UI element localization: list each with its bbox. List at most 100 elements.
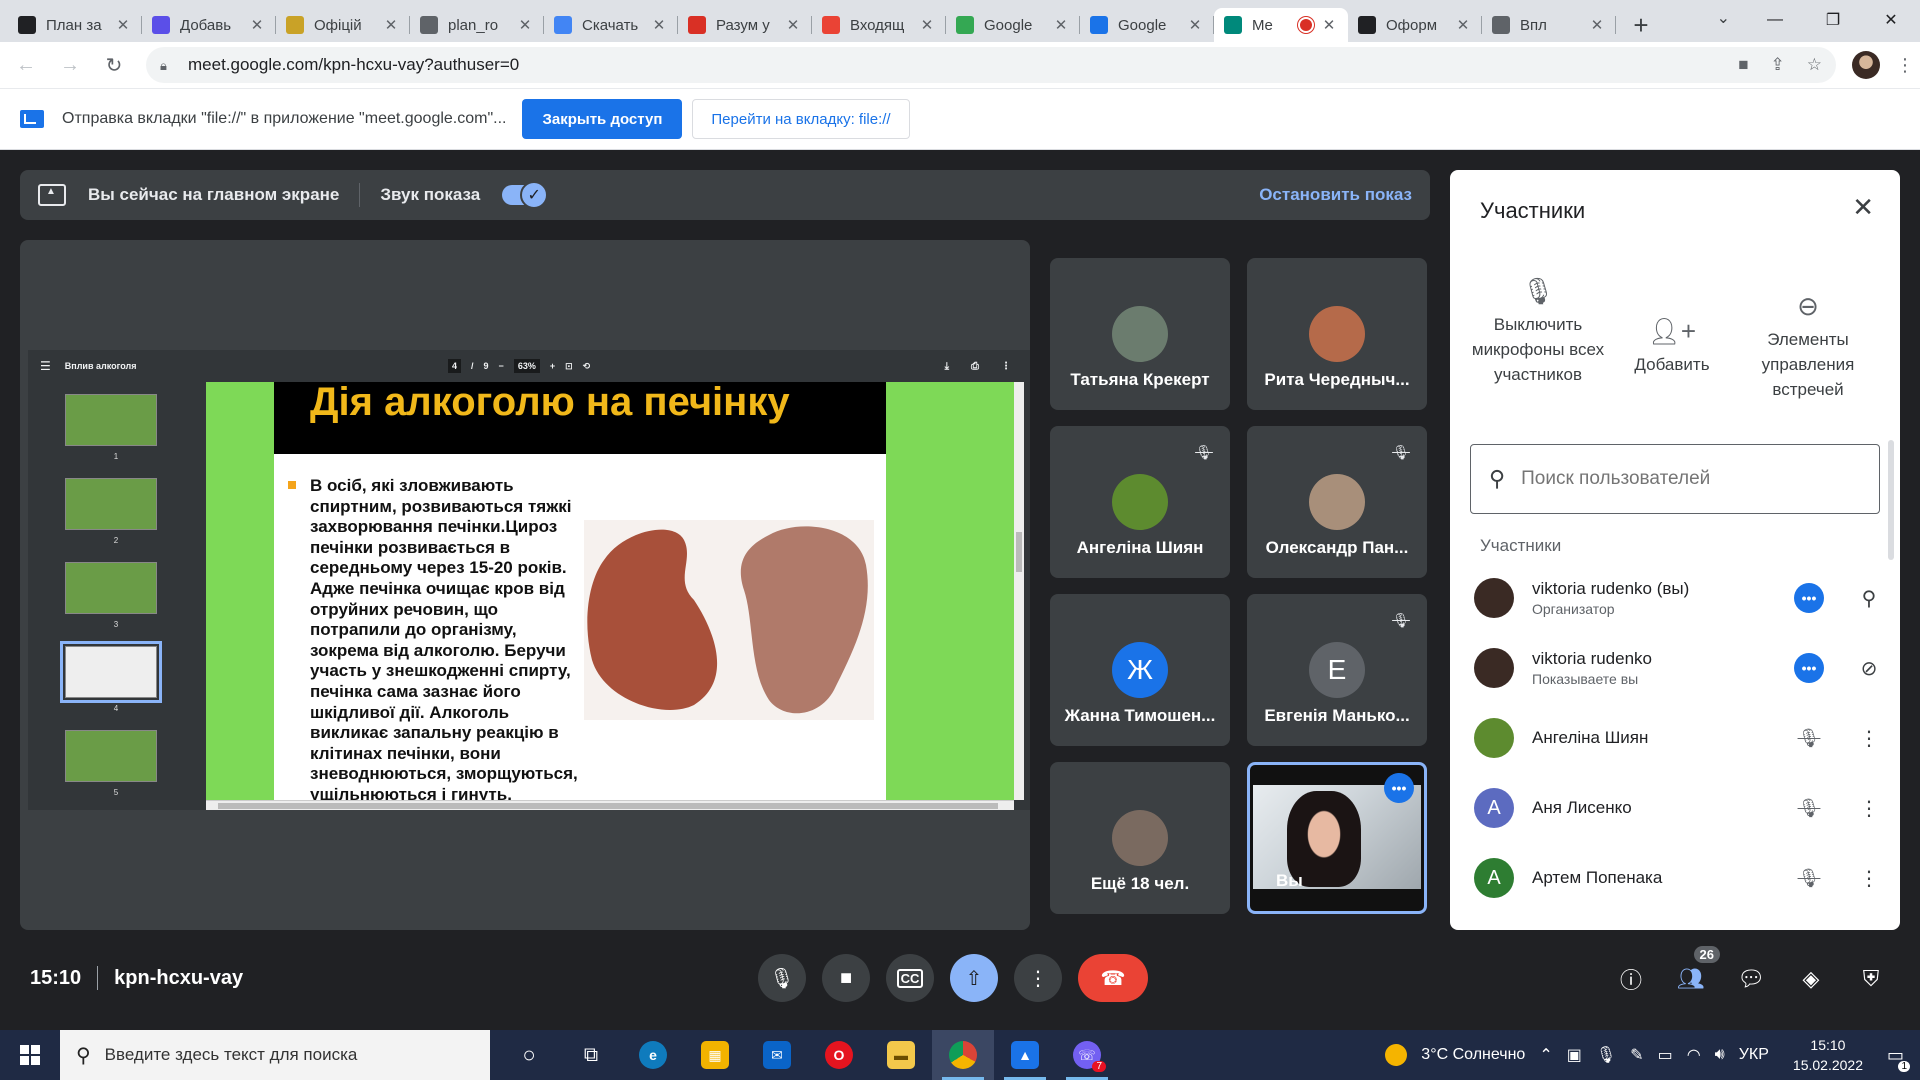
taskbar-opera[interactable]: O [808,1030,870,1080]
browser-tab[interactable]: Скачать ✕ [544,8,678,42]
browser-tab[interactable]: plan_ro ✕ [410,8,544,42]
more-vert-icon[interactable]: ⋮ [1854,726,1884,751]
panel-action-mic-off[interactable]: 🎙︎ Выключить микрофоны всех участников [1468,270,1608,387]
participant-tile[interactable]: Ж Жанна Тимошен... [1050,594,1230,746]
browser-tab[interactable]: Оформ ✕ [1348,8,1482,42]
participant-row[interactable]: А Аня Лисенко 🎙︎ ⋮ [1474,778,1884,838]
pdf-horizontal-scrollbar[interactable] [206,800,1014,810]
leave-call-button[interactable]: ☎︎ [1078,954,1148,1002]
taskbar-store[interactable]: ▦ [684,1030,746,1080]
panel-action-person-add[interactable]: 👤︎+ Добавить [1602,310,1742,377]
participant-tile[interactable]: 🎙︎ Олександр Пан... [1247,426,1427,578]
close-tab-icon[interactable]: ✕ [918,16,936,34]
lock-icon[interactable]: 🔒︎ [160,58,174,73]
pdf-more-icon[interactable]: ⋮ [1001,361,1011,372]
pdf-vertical-scrollbar[interactable] [1014,382,1024,800]
browser-menu-icon[interactable]: ⋮ [1896,55,1914,76]
close-tab-icon[interactable]: ✕ [650,16,668,34]
start-button[interactable] [0,1030,60,1080]
close-tab-icon[interactable]: ✕ [1588,16,1606,34]
download-icon[interactable]: ⤓ [945,361,949,372]
self-video-tile[interactable]: ••• Вы [1247,762,1427,914]
close-icon[interactable]: ✕ [1852,192,1874,223]
participant-row[interactable]: А Артем Попенака 🎙︎ ⋮ [1474,848,1884,908]
browser-tab[interactable]: Впл ✕ [1482,8,1616,42]
mic-off-icon[interactable]: 🎙︎ [1794,728,1824,749]
more-horiz-icon[interactable]: ••• [1794,653,1824,683]
weather-text[interactable]: 3°C Солнечно [1421,1046,1525,1064]
profile-avatar[interactable] [1852,51,1880,79]
browser-tab[interactable]: Офіцій ✕ [276,8,410,42]
wifi-icon[interactable]: ◠ [1687,1045,1701,1065]
browser-tab[interactable]: Добавь ✕ [142,8,276,42]
taskbar-clock[interactable]: 15:10 15.02.2022 [1793,1035,1863,1075]
participant-row[interactable]: Ангеліна Шиян 🎙︎ ⋮ [1474,708,1884,768]
chat-button[interactable]: 💬︎ [1732,960,1770,998]
bookmark-star-icon[interactable]: ☆ [1807,55,1822,75]
zoom-out-icon[interactable]: − [499,361,504,371]
minimize-icon[interactable]: — [1746,0,1804,40]
stop-presenting-button[interactable]: Остановить показ [1259,185,1412,205]
battery-icon[interactable]: ▭ [1658,1045,1673,1065]
close-tab-icon[interactable]: ✕ [1454,16,1472,34]
taskbar-mail[interactable]: ✉ [746,1030,808,1080]
participant-tile[interactable]: Е 🎙︎ Евгенія Манько... [1247,594,1427,746]
language-indicator[interactable]: УКР [1739,1046,1769,1064]
volume-icon[interactable]: 🔊︎ [1715,1046,1725,1064]
browser-tab[interactable]: Google ✕ [946,8,1080,42]
more-vert-icon[interactable]: ⋮ [1854,866,1884,891]
people-button[interactable]: 👥︎ 26 [1672,946,1720,998]
switch-to-tab-button[interactable]: Перейти на вкладку: file:// [692,99,910,139]
close-tab-icon[interactable]: ✕ [1052,16,1070,34]
rotate-icon[interactable]: ⟲ [583,361,591,372]
share-audio-toggle[interactable]: ✓ [502,181,549,209]
pdf-page-input[interactable]: 4 [448,359,462,373]
close-tab-icon[interactable]: ✕ [114,16,132,34]
present-button[interactable]: ⇧ [950,954,998,1002]
close-tab-icon[interactable]: ✕ [1186,16,1204,34]
taskbar-viber[interactable]: ☏ 7 [1056,1030,1118,1080]
taskbar-explorer[interactable]: ▬ [870,1030,932,1080]
participant-tile[interactable]: Ещё 18 чел. [1050,762,1230,914]
browser-tab[interactable]: Me ✕ [1214,8,1348,42]
participant-row[interactable]: viktoria rudenko (вы) Организатор ••• ⚲ [1474,568,1884,628]
participant-search[interactable]: ⚲ [1470,444,1880,514]
pdf-thumbnail[interactable] [65,562,157,614]
camera-in-use-icon[interactable]: ■ [1738,55,1748,75]
share-icon[interactable]: ⇪ [1771,55,1785,75]
host-controls-button[interactable]: ⛨ [1852,960,1890,998]
browser-tab[interactable]: Разум у ✕ [678,8,812,42]
taskbar-edge[interactable]: e [622,1030,684,1080]
microphone-button[interactable]: 🎙︎ [758,954,806,1002]
activities-button[interactable]: ◈ [1792,960,1830,998]
tray-device-icon[interactable]: ▣ [1567,1045,1582,1065]
camera-button[interactable]: ■ [822,954,870,1002]
browser-tab[interactable]: Входящ ✕ [812,8,946,42]
task-view-button[interactable]: ⧉ [560,1030,622,1080]
pdf-thumbnail[interactable] [65,394,157,446]
mic-off-icon[interactable]: 🎙︎ [1794,868,1824,889]
pin-icon[interactable]: ⚲ [1854,586,1884,611]
back-icon[interactable]: ← [8,47,44,83]
close-tab-icon[interactable]: ✕ [516,16,534,34]
new-tab-icon[interactable]: + [1624,8,1658,42]
cortana-button[interactable]: ○ [498,1030,560,1080]
tray-pen-icon[interactable]: ✎ [1630,1045,1643,1065]
unpin-icon[interactable]: ⊘ [1854,656,1884,681]
close-tab-icon[interactable]: ✕ [382,16,400,34]
more-horiz-icon[interactable]: ••• [1794,583,1824,613]
participant-search-input[interactable] [1521,468,1842,490]
pdf-thumbnail[interactable] [65,730,157,782]
browser-tab[interactable]: Google ✕ [1080,8,1214,42]
meeting-details-button[interactable]: ⓘ [1612,960,1650,998]
close-tab-icon[interactable]: ✕ [248,16,266,34]
fit-page-icon[interactable]: ⊡ [565,361,573,372]
maximize-icon[interactable]: ❐ [1804,0,1862,40]
address-bar[interactable]: 🔒︎ meet.google.com/kpn-hcxu-vay?authuser… [146,47,1836,83]
panel-scrollbar[interactable] [1888,440,1894,560]
tray-chevron-icon[interactable]: ⌃ [1539,1045,1552,1065]
captions-button[interactable]: CC [886,954,934,1002]
print-icon[interactable]: ⎙ [971,361,979,372]
participant-tile[interactable]: 🎙︎ Ангеліна Шиян [1050,426,1230,578]
taskbar-chrome[interactable] [932,1030,994,1080]
